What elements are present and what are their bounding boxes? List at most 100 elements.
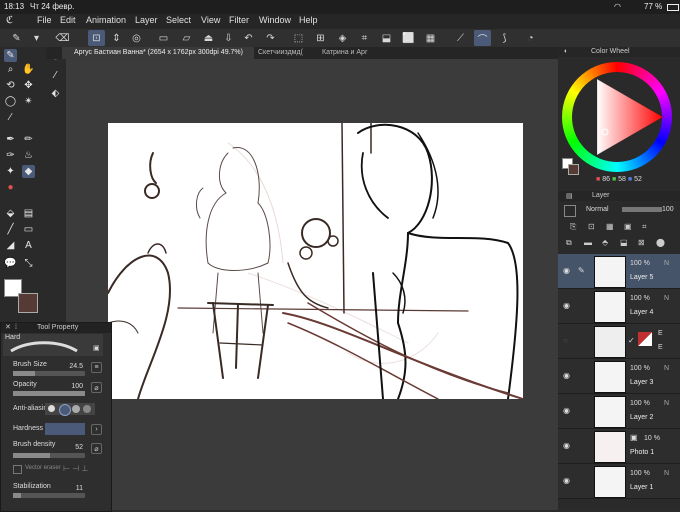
view-icon[interactable]: ◎ (128, 30, 145, 46)
save-as-icon[interactable]: ⇩ (220, 30, 237, 46)
layer-tab-label[interactable]: Layer (592, 192, 610, 199)
color-wheel-tab-icon[interactable]: ◐ (564, 48, 568, 55)
hardness-selector[interactable] (45, 423, 85, 435)
aa-weak-icon[interactable] (59, 404, 71, 416)
eye-icon[interactable]: ◉ (563, 441, 570, 450)
save-icon[interactable]: ⏏ (200, 30, 217, 46)
stabilizer-icon[interactable]: ⌒ (474, 30, 491, 46)
menu-window[interactable]: Window (259, 15, 291, 25)
transform-icon[interactable]: ⬓ (378, 30, 395, 46)
tool-size-icon[interactable]: ▾ (28, 30, 45, 46)
close-icon[interactable]: ✕ (5, 323, 11, 333)
eraser-tool-icon[interactable]: ◆ (22, 165, 35, 178)
aa-strong-icon[interactable] (83, 405, 91, 413)
vector-eraser-checkbox[interactable] (13, 465, 22, 474)
density-link-icon[interactable]: ⌀ (91, 443, 102, 454)
lock-icon[interactable]: ▣ (93, 344, 100, 352)
menu-animation[interactable]: Animation (86, 15, 126, 25)
pen-pressure-icon[interactable]: ⟆ (496, 30, 513, 46)
layer-row[interactable]: ○ ✓ E E (558, 324, 680, 359)
companion-icon[interactable]: ◔ (522, 30, 539, 46)
magic-wand-icon[interactable]: ✴ (22, 95, 35, 108)
tab-document-2[interactable]: Скетчииздмд( (246, 47, 320, 59)
layer-type-icon[interactable] (564, 205, 576, 217)
pen-tool-icon[interactable]: ✎ (8, 30, 25, 46)
lasso-icon[interactable]: ⬚ (290, 30, 307, 46)
eyedropper-icon[interactable]: ⁄ (4, 111, 17, 124)
brush-preview[interactable]: Hard ▣ (3, 334, 103, 356)
brush-size-value[interactable]: 24.5 (63, 363, 83, 370)
stabilization-value[interactable]: 11 (63, 485, 83, 492)
layer-row[interactable]: ◉ 100 % N Layer 3 (558, 359, 680, 394)
clip-icon[interactable]: ⎘ (570, 222, 576, 232)
menu-view[interactable]: View (201, 15, 220, 25)
fill-icon[interactable]: ◈ (334, 30, 351, 46)
ruler-icon[interactable]: ⟋ (452, 30, 469, 46)
pencil-icon[interactable]: ✏ (22, 133, 35, 146)
color-sub-swatch[interactable] (568, 164, 579, 175)
redo-icon[interactable]: ↷ (262, 30, 279, 46)
open-folder-icon[interactable]: ▱ (178, 30, 195, 46)
aa-medium-icon[interactable] (72, 405, 80, 413)
hand-icon[interactable]: ✋ (22, 63, 35, 76)
correct-line-icon[interactable]: ⤡ (22, 257, 35, 270)
eye-icon[interactable]: ◉ (563, 266, 570, 275)
sub-color-swatch[interactable] (18, 293, 38, 313)
brush-shape-icon[interactable]: ⬖ (49, 87, 62, 100)
tab-document-1[interactable]: Аргус Бастиан Ванна* (2654 x 1762px 300d… (62, 47, 254, 59)
stabilization-slider[interactable] (13, 493, 85, 498)
layer-row[interactable]: ◉ 100 % N Layer 4 (558, 289, 680, 324)
menu-help[interactable]: Help (299, 15, 318, 25)
eye-icon[interactable]: ◉ (563, 301, 570, 310)
blend-icon[interactable]: ● (4, 181, 17, 194)
opacity-slider[interactable] (13, 391, 85, 396)
new-vector-layer-icon[interactable]: ⬘ (602, 238, 608, 247)
layer-row[interactable]: ◉ ✎ 100 % N Layer 5 (558, 254, 680, 289)
pen-icon[interactable]: ✒ (4, 133, 17, 146)
grid-icon[interactable]: ▦ (422, 30, 439, 46)
select-all-icon[interactable]: ⊞ (312, 30, 329, 46)
crop-icon[interactable]: ⌗ (356, 30, 373, 46)
decoration-icon[interactable]: ✦ (4, 165, 17, 178)
gradient-icon[interactable]: ▤ (22, 207, 35, 220)
opacity-value[interactable]: 100 (63, 383, 83, 390)
menu-layer[interactable]: Layer (135, 15, 158, 25)
move-icon[interactable]: ✥ (22, 79, 35, 92)
eye-icon[interactable]: ◉ (563, 371, 570, 380)
eye-icon[interactable]: ◉ (563, 406, 570, 415)
layer-opacity-value[interactable]: 100 (662, 206, 674, 213)
layer-opacity-slider[interactable] (622, 207, 662, 212)
layer-row[interactable]: ◉ ▣ 10 % Photo 1 (558, 429, 680, 464)
sub-tool-icon[interactable]: ⁄ (49, 69, 62, 82)
new-folder-icon[interactable]: ▬ (584, 238, 592, 247)
layer-mask-icon[interactable]: ⬤ (656, 238, 665, 247)
drag-handle-icon[interactable]: ⁞ (15, 323, 17, 333)
antialiasing-selector[interactable] (45, 403, 95, 416)
new-raster-layer-icon[interactable]: ⧉ (566, 238, 572, 248)
app-logo-icon[interactable]: ℭ (6, 15, 13, 26)
merge-icon[interactable]: ⬓ (620, 238, 628, 247)
brush-size-slider[interactable] (13, 371, 85, 376)
brush-mode-icon[interactable]: ⊡ (88, 30, 105, 46)
brush-icon[interactable]: ✑ (4, 149, 17, 162)
text-tool-icon[interactable]: A (22, 239, 35, 252)
opacity-link-icon[interactable]: ⌀ (91, 382, 102, 393)
delete-layer-icon[interactable]: ⊠ (638, 238, 645, 247)
eye-hidden-icon[interactable]: ○ (563, 336, 568, 345)
balloon-icon[interactable]: 💬 (4, 257, 17, 270)
reference-icon[interactable]: ⊡ (588, 222, 595, 231)
fill-tool-icon[interactable]: ⬙ (4, 207, 17, 220)
palette-icon[interactable]: ⌗ (642, 222, 647, 232)
rotate-icon[interactable]: ⟲ (4, 79, 17, 92)
ruler-tool-icon[interactable]: ◢ (4, 239, 17, 252)
blend-mode-select[interactable]: Normal (586, 206, 609, 213)
menu-select[interactable]: Select (166, 15, 191, 25)
menu-filter[interactable]: Filter (229, 15, 249, 25)
airbrush-icon[interactable]: ♨ (22, 149, 35, 162)
menu-file[interactable]: File (37, 15, 52, 25)
new-file-icon[interactable]: ▭ (155, 30, 172, 46)
drawing-canvas[interactable] (108, 123, 523, 399)
deselect-icon[interactable]: ⬜ (400, 30, 417, 46)
lock-layer-icon[interactable]: ▦ (606, 222, 614, 231)
menu-edit[interactable]: Edit (60, 15, 76, 25)
